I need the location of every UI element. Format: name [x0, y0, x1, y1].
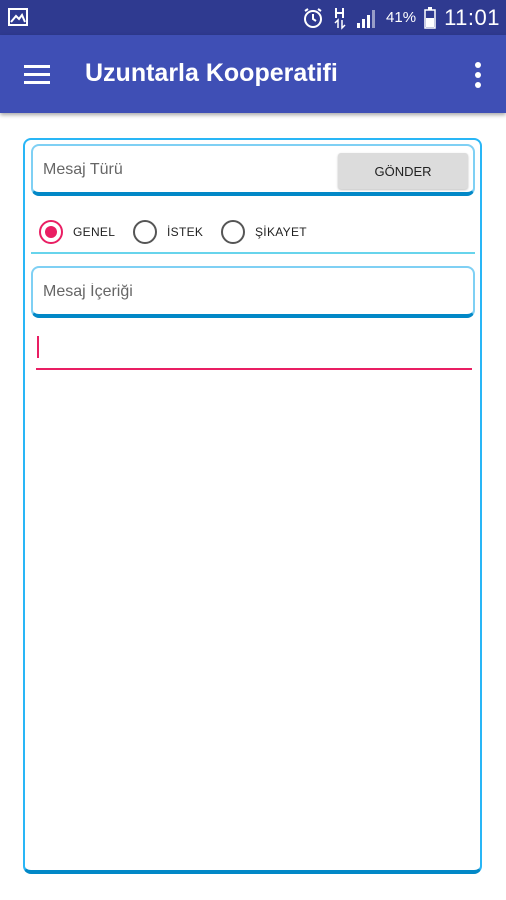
send-button[interactable]: GÖNDER	[338, 153, 468, 189]
status-bar: 41% 11:01	[0, 0, 506, 35]
radio-sikayet[interactable]: ŞİKAYET	[221, 218, 307, 246]
radio-genel[interactable]: GENEL	[39, 218, 115, 246]
radio-unselected-icon	[133, 220, 157, 244]
app-bar: Uzuntarla Kooperatifi	[0, 35, 506, 113]
hamburger-menu-icon[interactable]	[18, 59, 58, 91]
radio-istek[interactable]: İSTEK	[133, 218, 203, 246]
battery-percent: 41%	[386, 9, 417, 26]
edit-text-underline	[36, 368, 472, 370]
more-vert-icon[interactable]	[466, 57, 490, 93]
app-title: Uzuntarla Kooperatifi	[85, 59, 338, 87]
data-icon	[334, 7, 346, 30]
message-form-card: GÖNDER GENEL İSTEK ŞİKAYET	[23, 138, 482, 874]
battery-icon	[424, 6, 436, 29]
signal-icon	[357, 9, 376, 28]
radio-selected-icon	[39, 220, 63, 244]
alarm-icon	[304, 7, 323, 28]
message-type-box: GÖNDER	[31, 144, 475, 196]
message-content-box	[31, 266, 475, 318]
message-content-input[interactable]	[41, 276, 465, 308]
radio-unselected-icon	[221, 220, 245, 244]
gallery-icon	[8, 8, 28, 26]
text-cursor	[37, 336, 39, 358]
clock: 11:01	[444, 4, 500, 30]
radio-label: İSTEK	[167, 225, 204, 239]
message-type-input[interactable]	[41, 154, 335, 186]
radio-label: ŞİKAYET	[255, 225, 307, 239]
message-category-radio-group: GENEL İSTEK ŞİKAYET	[31, 214, 475, 254]
status-icons: 41% 11:01	[302, 0, 500, 35]
message-body-edit-text[interactable]	[36, 330, 472, 370]
radio-label: GENEL	[73, 225, 116, 239]
